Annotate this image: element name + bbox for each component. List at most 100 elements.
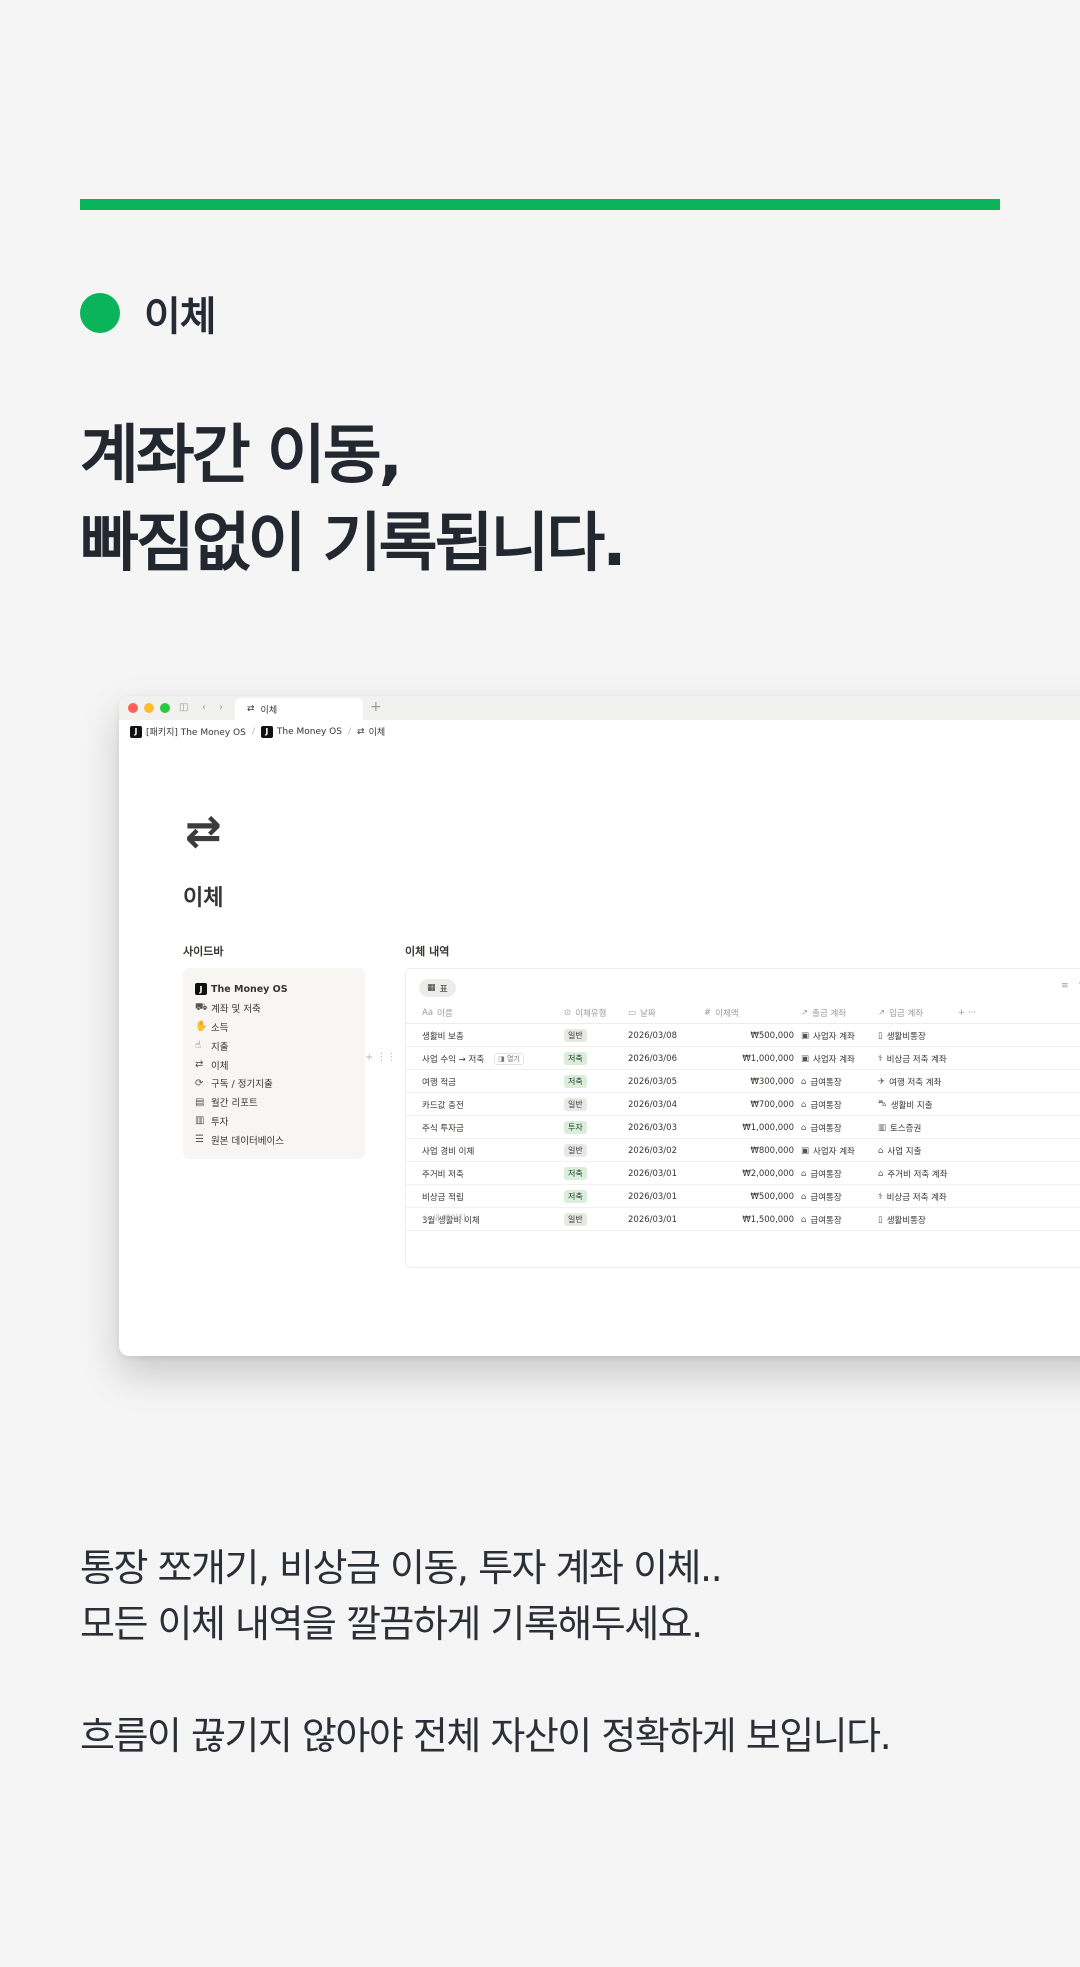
cell-type[interactable]: 일반 <box>564 1093 624 1116</box>
table-row[interactable]: 카드값 충전 일반 2026/03/04 ₩700,000 ⌂ 급여통장 ⛍ 생활비 지출 <box>406 1093 1080 1116</box>
cell-amount[interactable]: ₩500,000 <box>694 1185 794 1208</box>
sidebar-toggle-icon[interactable]: ◫ <box>179 701 188 715</box>
table-row[interactable]: 주식 투자금 투자 2026/03/03 ₩1,000,000 ⌂ 급여통장 ▥ 토스증권 <box>406 1116 1080 1139</box>
table-row[interactable]: 사업 경비 이체 일반 2026/03/02 ₩800,000 ▣ 사업자 계좌 ⌂ 사업 지… <box>406 1139 1080 1162</box>
sidebar-item[interactable]: ⟳ 구독 / 정기지출 <box>195 1074 353 1093</box>
view-tab-table[interactable]: ▦ 표 <box>419 979 456 997</box>
cell-name[interactable]: 사업 수익 → 저축 ◨ 열기 <box>422 1047 572 1070</box>
cell-type[interactable]: 저축 <box>564 1185 624 1208</box>
cell-to[interactable]: ⛍ 생활비 지출 <box>878 1093 988 1116</box>
account-icon: ⌂ <box>801 1168 807 1179</box>
breadcrumb-item[interactable]: The Money OS <box>277 727 342 737</box>
cell-from[interactable]: ⌂ 급여통장 <box>801 1093 881 1116</box>
breadcrumb-item[interactable]: [패키지] The Money OS <box>146 725 246 738</box>
cell-to[interactable]: ▥ 토스증권 <box>878 1116 988 1139</box>
cell-type[interactable]: 일반 <box>564 1139 624 1162</box>
cell-to[interactable]: ⌂ 사업 지출 <box>878 1139 988 1162</box>
header-name[interactable]: Aa 이름 <box>422 1001 572 1024</box>
cell-type[interactable]: 저축 <box>564 1070 624 1093</box>
table-icon: ▦ <box>427 983 436 993</box>
add-column-icon[interactable]: + ··· <box>958 1001 998 1024</box>
cell-from[interactable]: ⌂ 급여통장 <box>801 1185 881 1208</box>
cell-name[interactable]: 생활비 보충 <box>422 1024 572 1047</box>
cell-amount[interactable]: ₩300,000 <box>694 1070 794 1093</box>
sidebar-item[interactable]: ☰ 원본 데이터베이스 <box>195 1130 353 1149</box>
maximize-window-button[interactable] <box>160 703 170 713</box>
cell-to[interactable]: ▯ 생활비통장 <box>878 1024 988 1047</box>
cell-type[interactable]: 일반 <box>564 1024 624 1047</box>
repeat-icon: ⟳ <box>195 1077 204 1089</box>
page-title[interactable]: 이체 <box>183 880 223 912</box>
cell-type[interactable]: 투자 <box>564 1116 624 1139</box>
cell-amount[interactable]: ₩1,500,000 <box>694 1208 794 1231</box>
cell-to[interactable]: ▯ 생활비통장 <box>878 1208 988 1231</box>
sidebar-item[interactable]: ⛟ 계좌 및 저축 <box>195 999 353 1018</box>
header-from[interactable]: ↗ 출금 계좌 <box>801 1001 881 1024</box>
cell-from[interactable]: ⌂ 급여통장 <box>801 1070 881 1093</box>
new-page-button[interactable]: + 새 페이지 <box>422 1212 466 1224</box>
cell-from[interactable]: ▣ 사업자 계좌 <box>801 1024 881 1047</box>
from-account: 사업자 계좌 <box>813 1146 855 1157</box>
sidebar-item[interactable]: ✋ 소득 <box>195 1018 353 1037</box>
row-name: 비상금 적립 <box>422 1192 464 1203</box>
cell-type[interactable]: 일반 <box>564 1208 624 1231</box>
hand-down-icon: ☝ <box>195 1040 202 1052</box>
sidebar-item[interactable]: ▥ 투자 <box>195 1112 353 1131</box>
cell-amount[interactable]: ₩800,000 <box>694 1139 794 1162</box>
account-icon: ⚕ <box>878 1191 883 1202</box>
cell-from[interactable]: ⌂ 급여통장 <box>801 1208 881 1231</box>
sidebar-item[interactable]: ☝ 지출 <box>195 1036 353 1055</box>
table-row[interactable]: 사업 수익 → 저축 ◨ 열기 저축 2026/03/06 ₩1,000,000 ▣ 사업자… <box>406 1047 1080 1070</box>
page-arrows-swap-icon[interactable]: ⇄ <box>185 806 222 857</box>
cell-name[interactable]: 주거비 저축 <box>422 1162 572 1185</box>
row-drag-handle-icon[interactable]: + ⋮⋮ <box>365 1052 397 1063</box>
minimize-window-button[interactable] <box>144 703 154 713</box>
from-account: 사업자 계좌 <box>813 1054 855 1065</box>
table-row[interactable]: 비상금 적립 저축 2026/03/01 ₩500,000 ⌂ 급여통장 ⚕ 비상금 저축 계… <box>406 1185 1080 1208</box>
cell-amount[interactable]: ₩2,000,000 <box>694 1162 794 1185</box>
cell-name[interactable]: 카드값 충전 <box>422 1093 572 1116</box>
breadcrumb-item[interactable]: 이체 <box>369 725 386 738</box>
cell-type[interactable]: 저축 <box>564 1047 624 1070</box>
cell-from[interactable]: ⌂ 급여통장 <box>801 1116 881 1139</box>
logo-icon: J <box>130 725 142 738</box>
report-icon: ▤ <box>195 1096 205 1108</box>
arrows-swap-icon: ⇄ <box>357 726 365 737</box>
cell-name[interactable]: 주식 투자금 <box>422 1116 572 1139</box>
new-tab-icon[interactable]: + <box>370 699 382 715</box>
sidebar-item-label: 월간 리포트 <box>211 1098 258 1110</box>
tab-transfer[interactable]: ⇄ 이체 <box>235 698 363 720</box>
table-row[interactable]: 생활비 보충 일반 2026/03/08 ₩500,000 ▣ 사업자 계좌 ▯ 생활비통장 <box>406 1024 1080 1047</box>
cell-to[interactable]: ⚕ 비상금 저축 계좌 <box>878 1185 988 1208</box>
cell-to[interactable]: ✈ 여행 저축 계좌 <box>878 1070 988 1093</box>
cell-amount[interactable]: ₩1,000,000 <box>694 1047 794 1070</box>
filter-icon[interactable]: ≡ <box>1061 981 1069 991</box>
sidebar-item[interactable]: ▤ 월간 리포트 <box>195 1093 353 1112</box>
cell-from[interactable]: ▣ 사업자 계좌 <box>801 1139 881 1162</box>
cell-name[interactable]: 사업 경비 이체 <box>422 1139 572 1162</box>
sidebar-item[interactable]: J The Money OS <box>195 980 353 999</box>
cell-to[interactable]: ⌂ 주거비 저축 계좌 <box>878 1162 988 1185</box>
forward-arrow-icon[interactable]: › <box>219 701 223 715</box>
table-row[interactable]: 여행 적금 저축 2026/03/05 ₩300,000 ⌂ 급여통장 ✈ 여행 저축 계좌 <box>406 1070 1080 1093</box>
open-button[interactable]: ◨ 열기 <box>494 1052 524 1065</box>
cell-name[interactable]: 여행 적금 <box>422 1070 572 1093</box>
cell-from[interactable]: ▣ 사업자 계좌 <box>801 1047 881 1070</box>
header-type[interactable]: ⊙ 이체유형 <box>564 1001 624 1024</box>
table-row[interactable]: 주거비 저축 저축 2026/03/01 ₩2,000,000 ⌂ 급여통장 ⌂ 주거비 저축… <box>406 1162 1080 1185</box>
cell-name[interactable]: 비상금 적립 <box>422 1185 572 1208</box>
back-arrow-icon[interactable]: ‹ <box>202 701 206 715</box>
close-window-button[interactable] <box>128 703 138 713</box>
table-row[interactable]: 3월 생활비 이체 일반 2026/03/01 ₩1,500,000 ⌂ 급여통장 ▯ 생활비… <box>406 1208 1080 1231</box>
cell-type[interactable]: 저축 <box>564 1162 624 1185</box>
from-account: 사업자 계좌 <box>813 1031 855 1042</box>
sidebar-item[interactable]: ⇄ 이체 <box>195 1055 353 1074</box>
open-label: 열기 <box>507 1054 520 1063</box>
cell-from[interactable]: ⌂ 급여통장 <box>801 1162 881 1185</box>
cell-amount[interactable]: ₩500,000 <box>694 1024 794 1047</box>
cell-to[interactable]: ⚕ 비상금 저축 계좌 <box>878 1047 988 1070</box>
header-amount[interactable]: # 이체액 <box>704 1001 794 1024</box>
account-icon: ▥ <box>878 1122 887 1133</box>
cell-amount[interactable]: ₩700,000 <box>694 1093 794 1116</box>
cell-amount[interactable]: ₩1,000,000 <box>694 1116 794 1139</box>
